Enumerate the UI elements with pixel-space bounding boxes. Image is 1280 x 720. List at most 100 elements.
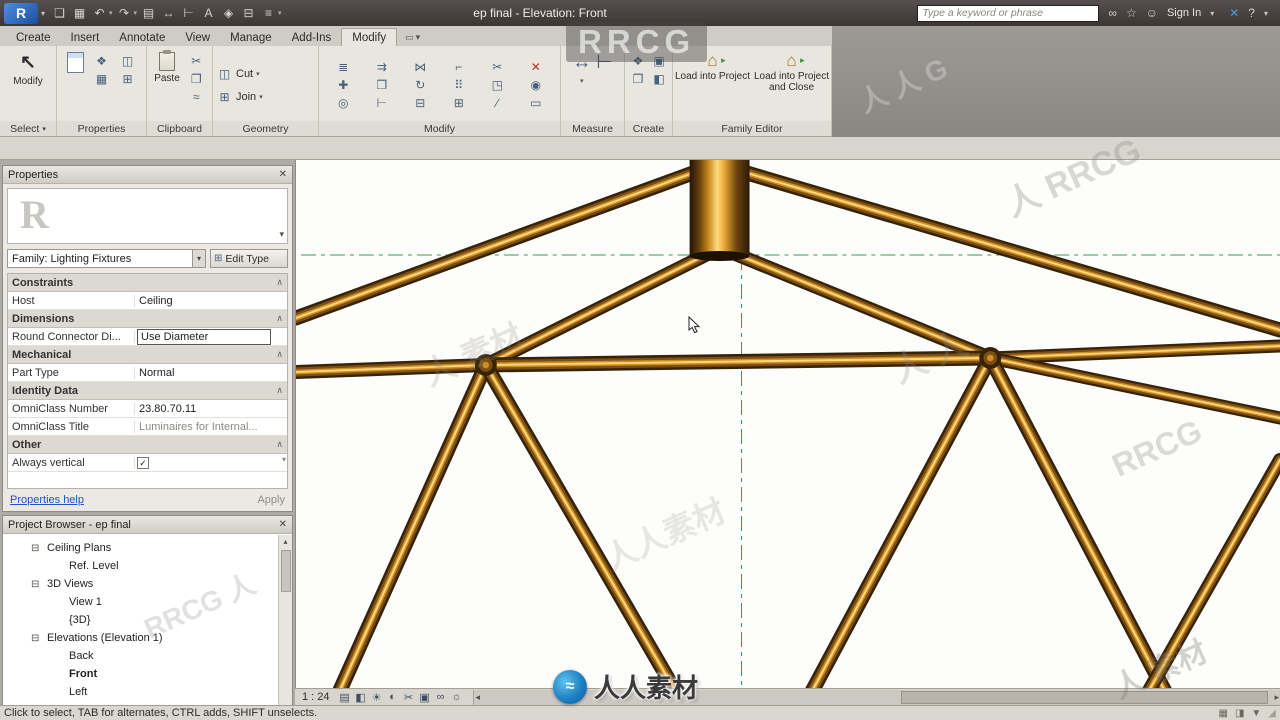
group-header-identity-data[interactable]: Identity Data ∧ bbox=[8, 382, 287, 400]
collapse-chevron-icon[interactable]: ∧ bbox=[276, 439, 283, 450]
align-icon[interactable]: ≣ bbox=[327, 59, 360, 75]
offset-icon[interactable]: ⇉ bbox=[366, 59, 399, 75]
tab-manage[interactable]: Manage bbox=[220, 29, 282, 46]
text-icon[interactable]: A bbox=[200, 4, 217, 22]
horizontal-scrollbar[interactable]: ◂ ▸ bbox=[472, 689, 1280, 705]
undo-caret-icon[interactable]: ▾ bbox=[109, 9, 113, 17]
tab-addins[interactable]: Add-Ins bbox=[282, 29, 342, 46]
revit-app-icon[interactable]: R bbox=[4, 2, 38, 24]
modify-button[interactable]: ↖ Modify bbox=[13, 49, 42, 87]
match-type-icon[interactable]: ≈ bbox=[188, 89, 205, 105]
detail-level-icon[interactable]: ▤ bbox=[337, 690, 353, 705]
tab-annotate[interactable]: Annotate bbox=[109, 29, 175, 46]
help-icon[interactable]: ? bbox=[1248, 6, 1255, 20]
create-group-icon[interactable]: ▣ bbox=[651, 53, 668, 69]
help-caret-icon[interactable]: ▾ bbox=[1264, 9, 1268, 18]
exchange-apps-icon[interactable]: ✕ bbox=[1229, 6, 1239, 20]
apply-button[interactable]: Apply bbox=[257, 494, 285, 506]
save-icon[interactable]: ▦ bbox=[71, 4, 88, 22]
crop-view-icon[interactable]: ✂ bbox=[401, 690, 417, 705]
create-void-icon[interactable]: ◧ bbox=[651, 71, 668, 87]
open-icon[interactable]: ❏ bbox=[51, 4, 68, 22]
reveal-hidden-icon[interactable]: ☼ bbox=[449, 690, 465, 705]
properties-palette-header[interactable]: Properties ✕ bbox=[3, 166, 292, 184]
rotate-icon[interactable]: ↻ bbox=[404, 77, 437, 93]
redo-caret-icon[interactable]: ▾ bbox=[134, 9, 138, 17]
properties-close-icon[interactable]: ✕ bbox=[279, 169, 287, 180]
thin-lines-icon[interactable]: ≡ bbox=[260, 4, 277, 22]
group-header-other[interactable]: Other ∧ bbox=[8, 436, 287, 454]
tab-create[interactable]: Create bbox=[6, 29, 61, 46]
paste-button[interactable]: Paste bbox=[154, 49, 180, 84]
tree-item-elevations[interactable]: ⊟ Elevations (Elevation 1) bbox=[3, 629, 278, 647]
group-header-dimensions[interactable]: Dimensions ∧ bbox=[8, 310, 287, 328]
panel-label-geometry[interactable]: Geometry bbox=[213, 121, 319, 136]
aligned-dimension-icon[interactable]: ⊢ bbox=[180, 4, 197, 22]
collapse-chevron-icon[interactable]: ∧ bbox=[276, 313, 283, 324]
split-icon[interactable]: ✂ bbox=[481, 59, 514, 75]
array-icon[interactable]: ⠿ bbox=[443, 77, 476, 93]
scroll-left-icon[interactable]: ◂ bbox=[476, 690, 481, 705]
tree-item-front[interactable]: Front bbox=[3, 665, 278, 683]
tab-insert[interactable]: Insert bbox=[61, 29, 110, 46]
join-icon[interactable]: ⊞ bbox=[443, 95, 476, 111]
always-vertical-checkbox[interactable]: ✓ bbox=[137, 456, 149, 469]
measure-button[interactable]: ↔ ▾ bbox=[572, 49, 591, 87]
panel-label-clipboard[interactable]: Clipboard bbox=[147, 121, 213, 136]
property-row-part-type[interactable]: Part Type Normal bbox=[8, 364, 287, 382]
tab-modify[interactable]: Modify bbox=[341, 28, 398, 46]
panel-label-modify[interactable]: Modify bbox=[319, 121, 561, 136]
browser-scrollbar[interactable]: ▴ ▾ bbox=[278, 535, 292, 717]
family-connectors-icon[interactable]: ⊞ bbox=[119, 71, 136, 87]
panel-label-select[interactable]: Select ▾ bbox=[0, 121, 57, 136]
design-options-icon[interactable]: ◨ bbox=[1235, 708, 1244, 719]
section-icon[interactable]: ⊟ bbox=[240, 4, 257, 22]
grid-scroll-down-icon[interactable]: ▾ bbox=[282, 455, 286, 464]
print-icon[interactable]: ▤ bbox=[140, 4, 157, 22]
drawing-area[interactable] bbox=[295, 160, 1280, 688]
property-row-omniclass-number[interactable]: OmniClass Number 23.80.70.11 bbox=[8, 400, 287, 418]
tree-item-back[interactable]: Back bbox=[3, 647, 278, 665]
visibility-settings-icon[interactable]: ◫ bbox=[119, 53, 136, 69]
property-row-round-connector[interactable]: Round Connector Di... Use Diameter bbox=[8, 328, 287, 346]
view-scale-button[interactable]: 1 : 24 bbox=[295, 691, 337, 703]
extend-icon[interactable]: ⊢ bbox=[366, 95, 399, 111]
scroll-right-icon[interactable]: ▸ bbox=[1274, 690, 1279, 705]
sign-in-caret-icon[interactable]: ▾ bbox=[1210, 9, 1214, 18]
load-into-project-button[interactable]: ⌂ ▸ Load into Project bbox=[674, 49, 751, 82]
family-types-icon[interactable]: ❖ bbox=[93, 53, 110, 69]
collapse-chevron-icon[interactable]: ∧ bbox=[276, 277, 283, 288]
panel-label-create[interactable]: Create bbox=[625, 121, 673, 136]
panel-label-measure[interactable]: Measure bbox=[561, 121, 625, 136]
group-header-mechanical[interactable]: Mechanical ∧ bbox=[8, 346, 287, 364]
copy-to-clipboard-icon[interactable]: ❐ bbox=[188, 71, 205, 87]
properties-button[interactable] bbox=[67, 49, 84, 73]
tree-collapse-icon[interactable]: ⊟ bbox=[31, 579, 39, 590]
cut-geometry-button[interactable]: ◫ Cut ▾ bbox=[213, 62, 318, 85]
type-selector[interactable]: Family: Lighting Fixtures ▾ bbox=[7, 249, 206, 268]
hide-isolate-icon[interactable]: ∞ bbox=[433, 690, 449, 705]
search-input[interactable] bbox=[917, 4, 1100, 22]
ribbon-display-toggle[interactable]: ▭ ▾ bbox=[405, 32, 420, 46]
tree-item-ceiling-plans[interactable]: ⊟ Ceiling Plans bbox=[3, 539, 278, 557]
pin-icon[interactable]: ◉ bbox=[520, 77, 553, 93]
collapse-chevron-icon[interactable]: ∧ bbox=[276, 349, 283, 360]
selection-filter-icon[interactable]: ▼ bbox=[1251, 708, 1261, 719]
search-binoculars-icon[interactable]: ∞ bbox=[1108, 6, 1117, 20]
measure-icon[interactable]: ↔ bbox=[160, 4, 177, 22]
property-row-always-vertical[interactable]: Always vertical ✓ bbox=[8, 454, 287, 472]
sun-path-icon[interactable]: ☀ bbox=[369, 690, 385, 705]
create-similar-icon[interactable]: ❐ bbox=[630, 71, 647, 87]
copy-icon[interactable]: ❐ bbox=[366, 77, 399, 93]
tree-item-3d-views[interactable]: ⊟ 3D Views bbox=[3, 575, 278, 593]
project-browser-close-icon[interactable]: ✕ bbox=[279, 519, 287, 530]
undo-icon[interactable]: ↶ bbox=[91, 4, 108, 22]
mirror-icon[interactable]: ⋈ bbox=[404, 59, 437, 75]
delete-icon[interactable]: ✕ bbox=[520, 59, 553, 75]
collapse-chevron-icon[interactable]: ∧ bbox=[276, 385, 283, 396]
shadows-icon[interactable]: ◐ bbox=[385, 690, 401, 705]
group-header-constraints[interactable]: Constraints ∧ bbox=[8, 274, 287, 292]
property-row-host[interactable]: Host Ceiling bbox=[8, 292, 287, 310]
region-icon[interactable]: ▭ bbox=[520, 95, 553, 111]
panel-label-family-editor[interactable]: Family Editor bbox=[673, 121, 832, 136]
